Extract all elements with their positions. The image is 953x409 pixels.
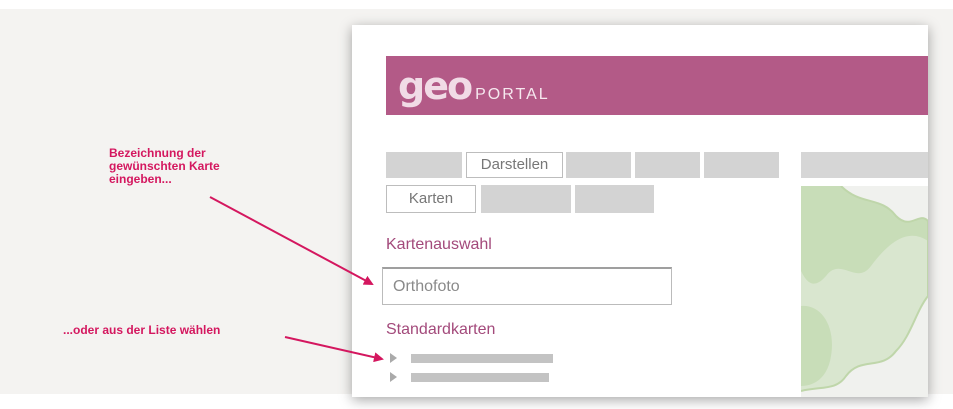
map-toolbar [801,152,928,178]
tab-placeholder-2[interactable] [566,152,631,178]
tab-placeholder-4[interactable] [704,152,779,178]
map-view[interactable] [801,186,928,397]
header-banner: geo PORTAL [386,56,928,115]
geoportal-window: geo PORTAL Darstellen Karten Kartenauswa… [352,25,928,397]
list-item-label-placeholder [411,353,553,363]
expand-arrow-icon[interactable] [390,353,397,363]
tab-placeholder-5[interactable] [481,185,571,213]
annotation-type-map-name: Bezeichnung der gewünschten Karte eingeb… [109,146,220,186]
logo-portal-text: PORTAL [475,86,550,103]
map-search-input[interactable]: Orthofoto [382,267,672,305]
logo-geo-text: geo [398,64,473,108]
tab-placeholder-3[interactable] [635,152,700,178]
tab-placeholder-6[interactable] [575,185,654,213]
list-item[interactable] [390,371,549,383]
section-title-standardkarten: Standardkarten [386,321,496,338]
top-strip [0,0,953,9]
list-item[interactable] [390,352,553,364]
section-title-kartenauswahl: Kartenauswahl [386,236,492,253]
arrow-to-search-input [209,196,374,285]
list-item-label-placeholder [411,372,549,382]
tab-karten[interactable]: Karten [386,185,476,213]
geoportal-logo[interactable]: geo PORTAL [398,64,550,108]
tab-darstellen[interactable]: Darstellen [466,152,563,178]
expand-arrow-icon[interactable] [390,372,397,382]
annotation-choose-from-list: ...oder aus der Liste wählen [63,323,221,337]
map-shapes [801,186,928,397]
tab-placeholder-1[interactable] [386,152,462,178]
